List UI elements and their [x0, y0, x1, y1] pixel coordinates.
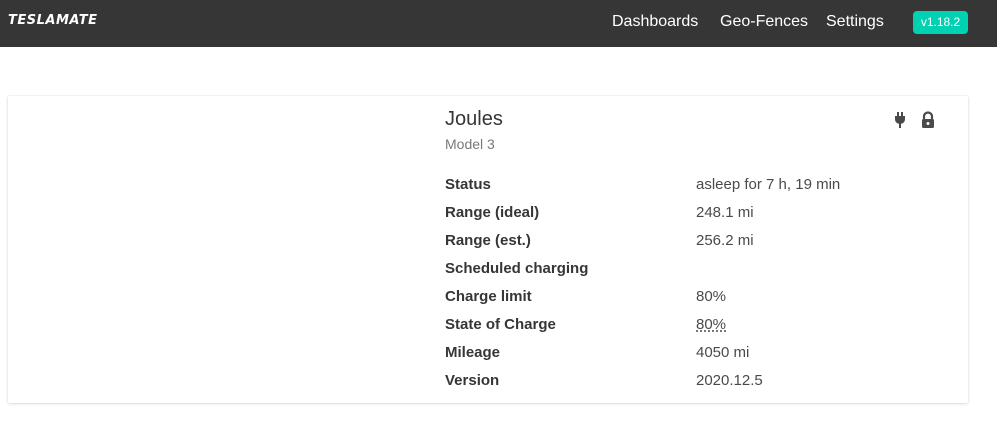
table-row: Scheduled charging — [445, 254, 840, 282]
row-label-mileage: Mileage — [445, 343, 501, 361]
row-value-state-of-charge[interactable]: 80% — [696, 316, 726, 333]
nav-geo-fences[interactable]: Geo-Fences — [720, 13, 808, 31]
row-value-range-est: 256.2 mi — [696, 231, 754, 249]
row-label-status: Status — [445, 175, 491, 193]
row-value-charge-limit: 80% — [696, 287, 727, 305]
row-value-version: 2020.12.5 — [696, 371, 763, 389]
car-card: Joules Model 3 Status asleep for 7 h, 19… — [8, 96, 968, 403]
table-row: Version 2020.12.5 — [445, 366, 840, 394]
row-value-mileage: 4050 mi — [696, 343, 750, 361]
row-value-scheduled-charging — [696, 254, 840, 282]
row-label-scheduled-charging: Scheduled charging — [445, 259, 589, 277]
row-label-version: Version — [445, 371, 500, 389]
row-label-state-of-charge: State of Charge — [445, 315, 556, 333]
car-info-table: Status asleep for 7 h, 19 min Range (ide… — [445, 170, 840, 394]
version-badge[interactable]: v1.18.2 — [913, 11, 968, 34]
table-row: Status asleep for 7 h, 19 min — [445, 170, 840, 198]
navbar: TESLAMATE Dashboards Geo-Fences Settings… — [0, 0, 997, 47]
table-row: State of Charge 80% — [445, 310, 840, 338]
plug-icon[interactable] — [892, 111, 908, 129]
car-name: Joules — [445, 108, 503, 130]
row-value-range-ideal: 248.1 mi — [696, 203, 754, 221]
table-row: Range (ideal) 248.1 mi — [445, 198, 840, 226]
row-value-status: asleep for 7 h, 19 min — [696, 175, 841, 193]
row-label-charge-limit: Charge limit — [445, 287, 532, 305]
row-value-state-of-charge-cell: 80% — [696, 310, 840, 338]
car-status-icons — [892, 111, 936, 129]
brand-logo[interactable]: TESLAMATE — [8, 13, 97, 28]
table-row: Charge limit 80% — [445, 282, 840, 310]
table-row: Mileage 4050 mi — [445, 338, 840, 366]
nav-dashboards[interactable]: Dashboards — [612, 13, 698, 31]
car-model: Model 3 — [445, 136, 495, 152]
table-row: Range (est.) 256.2 mi — [445, 226, 840, 254]
row-label-range-ideal: Range (ideal) — [445, 203, 540, 221]
nav-settings[interactable]: Settings — [826, 13, 884, 31]
row-label-range-est: Range (est.) — [445, 231, 531, 249]
lock-icon[interactable] — [920, 111, 936, 129]
